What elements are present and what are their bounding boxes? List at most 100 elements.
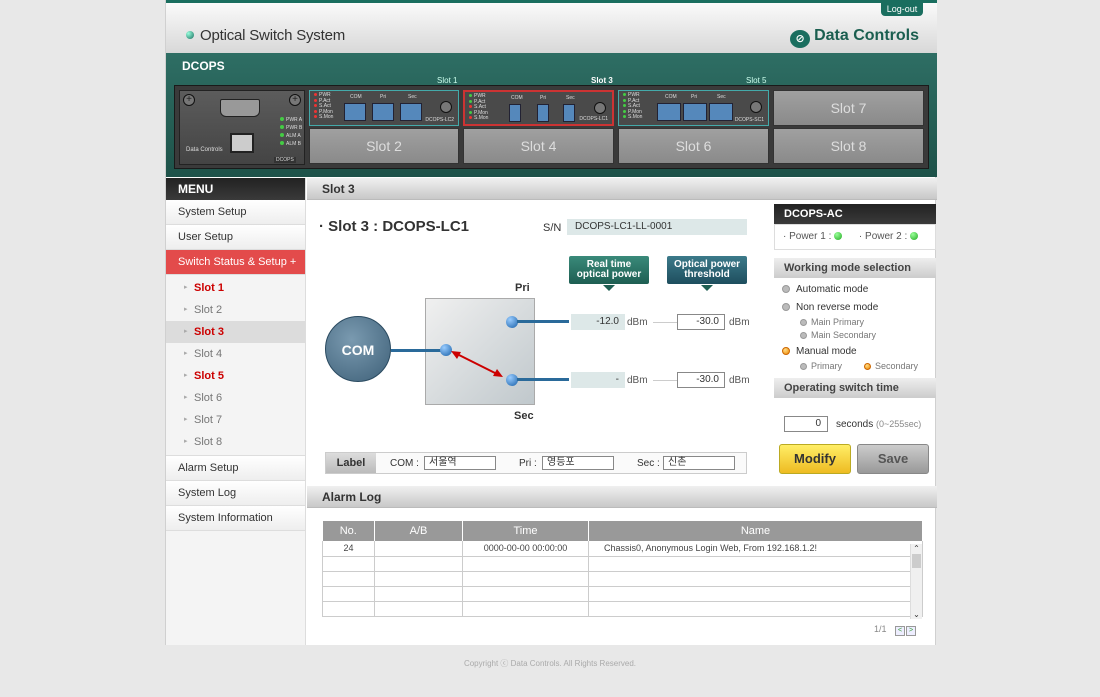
cell <box>374 571 463 587</box>
table-row <box>322 601 923 617</box>
slot-3-card[interactable]: PWR P.Act S.Act P.Mon S.Mon COM Pri Sec … <box>463 90 614 126</box>
unit-label: dBm <box>627 317 648 328</box>
optime-input[interactable]: 0 <box>784 416 828 432</box>
sn-value: DCOPS-LC1-LL-0001 <box>567 219 747 235</box>
menu-item-system-information[interactable]: System Information <box>166 506 305 531</box>
power1-label: · Power 1 : <box>783 231 832 242</box>
save-button[interactable]: Save <box>857 444 929 474</box>
cell <box>462 601 589 617</box>
cell <box>588 556 923 572</box>
next-page-icon[interactable]: > <box>906 626 917 636</box>
slot-6-empty[interactable]: Slot 6 <box>618 128 769 164</box>
serial-port-icon <box>220 99 260 117</box>
table-header: No. A/B Time Name <box>322 521 923 541</box>
slot-1-card[interactable]: PWR P.Act S.Act P.Mon S.Mon COM Pri Sec … <box>309 90 459 126</box>
screw-icon <box>440 101 452 113</box>
label-com-key: COM : <box>390 458 419 469</box>
auto-mode-radio[interactable]: Automatic mode <box>782 284 868 295</box>
port-label: Sec <box>566 95 575 101</box>
submenu-slot-3[interactable]: Slot 3 <box>166 321 305 343</box>
menu-item-user-setup[interactable]: User Setup <box>166 225 305 250</box>
scroll-down-icon[interactable]: ⌄ <box>911 610 922 619</box>
switch-diagram: Pri COM -12.0 dBm -30.0 dBm - dBm -30.0 … <box>307 278 757 422</box>
slot-caption: Slot 3 <box>591 76 613 85</box>
table-row <box>322 556 923 572</box>
cell <box>462 571 589 587</box>
menu-item-switch-status[interactable]: Switch Status & Setup + <box>166 250 305 275</box>
submenu-slot-1[interactable]: Slot 1 <box>166 277 305 299</box>
sec-threshold-input[interactable]: -30.0 <box>677 372 725 388</box>
main-secondary-radio[interactable]: Main Secondary <box>800 330 876 340</box>
submenu-slot-6[interactable]: Slot 6 <box>166 387 305 409</box>
copyright: Copyright ⓒ Data Controls. All Rights Re… <box>463 659 637 668</box>
port-label: Pri <box>380 94 387 100</box>
device-title: DCOPS <box>182 59 225 73</box>
nonreverse-mode-radio[interactable]: Non reverse mode <box>782 302 878 313</box>
brand-text: Data Controls <box>814 27 919 44</box>
unit-label: dBm <box>627 375 648 386</box>
port-label: Pri <box>540 95 547 101</box>
card-leds: PWR P.Act S.Act P.Mon S.Mon <box>469 93 488 122</box>
pri-threshold-input[interactable]: -30.0 <box>677 314 725 330</box>
cell <box>588 601 923 617</box>
slot-4-empty[interactable]: Slot 4 <box>463 128 614 164</box>
bullet-icon <box>186 31 194 39</box>
submenu-slot-4[interactable]: Slot 4 <box>166 343 305 365</box>
label-com-input[interactable]: 서울역 <box>424 456 496 470</box>
submenu-slot-5[interactable]: Slot 5 <box>166 365 305 387</box>
slot-5-card[interactable]: PWR P.Act S.Act P.Mon S.Mon COM Pri Sec … <box>618 90 769 126</box>
prev-page-icon[interactable]: < <box>895 626 906 636</box>
management-card[interactable]: + + PWR A PWR B ALM A ALM B Data Control… <box>179 90 305 165</box>
label-sec-input[interactable]: 신촌 <box>663 456 735 470</box>
manual-mode-radio[interactable]: Manual mode <box>782 346 857 357</box>
submenu-slot-2[interactable]: Slot 2 <box>166 299 305 321</box>
cell <box>322 586 375 602</box>
brand-logo: ⊘ Data Controls <box>790 27 919 48</box>
sec-port-icon <box>400 103 422 121</box>
port-label: Sec <box>408 94 417 100</box>
cell <box>462 586 589 602</box>
main-primary-radio[interactable]: Main Primary <box>800 317 864 327</box>
sn-label: S/N <box>543 222 562 234</box>
submenu-slot-7[interactable]: Slot 7 <box>166 409 305 431</box>
secondary-radio[interactable]: Secondary <box>864 361 918 371</box>
cell <box>322 601 375 617</box>
alarm-table: No. A/B Time Name 24 0000-00-00 00:00:00 C… <box>322 521 923 617</box>
primary-radio[interactable]: Primary <box>800 361 842 371</box>
page-frame: Log-out Optical Switch System ⊘ Data Cont… <box>165 0 937 645</box>
scroll-thumb[interactable] <box>912 554 921 568</box>
cell: 0000-00-00 00:00:00 <box>462 541 589 557</box>
alarm-scrollbar[interactable]: ⌃ ⌄ <box>910 544 922 619</box>
slot-submenu: Slot 1 Slot 2 Slot 3 Slot 4 Slot 5 Slot … <box>166 275 305 456</box>
pri-port-icon <box>683 103 707 121</box>
cell: 24 <box>322 541 375 557</box>
table-row <box>322 571 923 587</box>
scroll-up-icon[interactable]: ⌃ <box>911 544 922 553</box>
cell <box>588 571 923 587</box>
com-port-icon <box>509 104 521 122</box>
modify-button[interactable]: Modify <box>779 444 851 474</box>
connector-line <box>653 380 677 381</box>
sec-port-icon <box>563 104 575 122</box>
led-pwr-a: PWR A <box>280 117 302 123</box>
top-header: Log-out Optical Switch System ⊘ Data Cont… <box>166 0 937 53</box>
alarm-log-title: Alarm Log <box>307 486 937 508</box>
menu-item-alarm-setup[interactable]: Alarm Setup <box>166 456 305 481</box>
app-title: Optical Switch System <box>186 27 345 44</box>
slot-7-empty[interactable]: Slot 7 <box>773 90 924 126</box>
logout-button[interactable]: Log-out <box>881 3 923 16</box>
slot-8-empty[interactable]: Slot 8 <box>773 128 924 164</box>
cell <box>588 586 923 602</box>
connector-line <box>653 322 677 323</box>
sec-label: Sec <box>514 410 534 422</box>
col-name: Name <box>588 521 923 541</box>
submenu-slot-8[interactable]: Slot 8 <box>166 431 305 453</box>
main-content: Slot 3 · Slot 3 : DCOPS-LC1 S/N DCOPS-LC… <box>307 178 937 645</box>
slot-2-empty[interactable]: Slot 2 <box>309 128 459 164</box>
menu-item-system-setup[interactable]: System Setup <box>166 200 305 225</box>
label-pri-input[interactable]: 영등포 <box>542 456 614 470</box>
mgmt-logo: Data Controls <box>186 147 223 153</box>
menu-item-system-log[interactable]: System Log <box>166 481 305 506</box>
port-label: COM <box>665 94 677 100</box>
table-row: 24 0000-00-00 00:00:00 Chassis0, Anonymous… <box>322 541 923 557</box>
